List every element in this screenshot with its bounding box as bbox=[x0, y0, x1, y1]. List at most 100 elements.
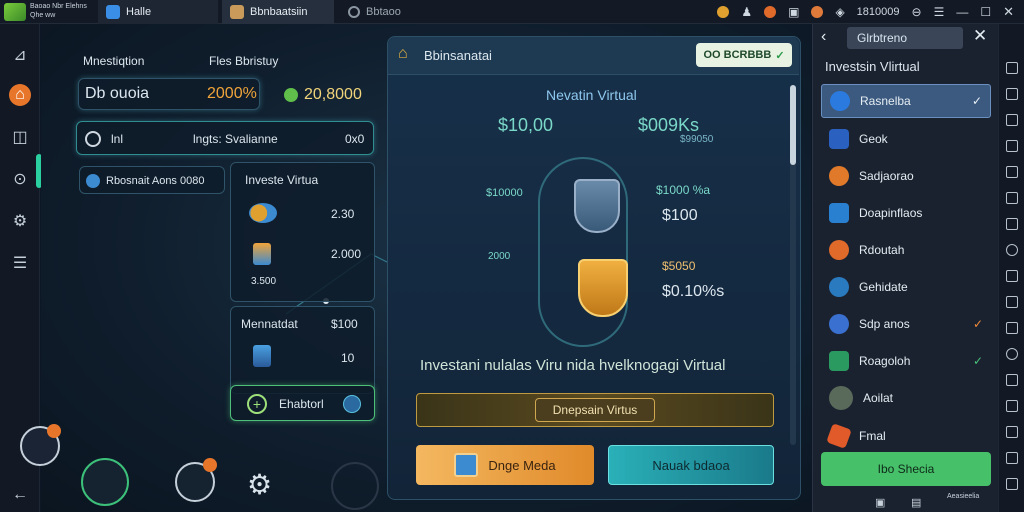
account-chip[interactable]: Rbosnait Aons 0080 bbox=[79, 166, 225, 194]
plus-icon: + bbox=[247, 394, 267, 414]
image-icon[interactable]: ▣ bbox=[788, 5, 799, 19]
drawer-item-3[interactable]: Doapinflaos bbox=[821, 196, 991, 230]
figure-icon[interactable]: ♟ bbox=[741, 5, 752, 19]
deposit-bar[interactable]: Dnepsain Virtus bbox=[416, 393, 774, 427]
app-logo-icon bbox=[4, 3, 26, 21]
close-drawer-icon[interactable]: ✕ bbox=[973, 26, 987, 46]
drawer-cta-button[interactable]: Ibo Shecia bbox=[821, 452, 991, 486]
coin-icon[interactable] bbox=[717, 6, 730, 18]
scrollbar[interactable] bbox=[790, 85, 796, 445]
toolbar-icon[interactable] bbox=[1006, 62, 1018, 74]
tab-ext[interactable]: Bbtaoo bbox=[340, 0, 430, 24]
badge-icon[interactable] bbox=[811, 6, 824, 18]
toolbar-icon[interactable] bbox=[1006, 88, 1018, 100]
mon-val2: 10 bbox=[341, 351, 355, 365]
drawer-item-4[interactable]: Rdoutah bbox=[821, 233, 991, 267]
drawer-item-9[interactable]: Fmal bbox=[821, 419, 991, 453]
toolbar-icon[interactable] bbox=[1006, 478, 1018, 490]
deposit-button[interactable]: Dnepsain Virtus bbox=[535, 398, 655, 422]
toolbar-icon[interactable] bbox=[1006, 166, 1018, 178]
clock-icon bbox=[85, 131, 101, 147]
fire-icon[interactable] bbox=[764, 6, 777, 18]
card-caption: Investani nulalas Viru nida hvelknogagi … bbox=[420, 357, 726, 374]
drawer-item-8[interactable]: Aoilat bbox=[821, 381, 991, 415]
mon-val1: $100 bbox=[331, 317, 358, 331]
pin-icon[interactable]: ⊿ bbox=[9, 44, 31, 66]
footer-icon[interactable]: ▣ bbox=[875, 496, 885, 509]
toolbar-icon[interactable] bbox=[1006, 374, 1018, 386]
help-icon[interactable]: ⊖ bbox=[912, 5, 922, 19]
toolbar-icon[interactable] bbox=[1006, 270, 1018, 282]
drawer-item-2[interactable]: Sadjaorao bbox=[821, 159, 991, 193]
maximize-icon[interactable]: ☐ bbox=[980, 5, 991, 19]
game-icon bbox=[230, 5, 244, 19]
window-icon[interactable]: ◫ bbox=[9, 126, 31, 148]
toolbar-icon[interactable] bbox=[1006, 400, 1018, 412]
right-action-button[interactable]: Nauak bdaoa bbox=[608, 445, 774, 485]
check-icon: ✓ bbox=[972, 317, 983, 331]
toolbar-icon[interactable] bbox=[1006, 218, 1018, 230]
balance-box[interactable]: Db ouoia 2000% bbox=[78, 78, 260, 110]
left-action-button[interactable]: Dnge Meda bbox=[416, 445, 594, 485]
tab-home[interactable]: Halle bbox=[98, 0, 218, 24]
toolbar-icon[interactable] bbox=[1006, 192, 1018, 204]
window-icon bbox=[829, 203, 849, 223]
scrollbar-thumb[interactable] bbox=[790, 85, 796, 165]
status-mid: lngts: Svalianne bbox=[193, 132, 278, 146]
globe-icon bbox=[343, 395, 361, 413]
toolbar-icon[interactable] bbox=[1006, 348, 1018, 360]
footer-icon[interactable]: ▤ bbox=[911, 496, 921, 509]
close-icon[interactable]: ✕ bbox=[1003, 4, 1014, 20]
info-icon bbox=[829, 277, 849, 297]
node-right3: $5050 bbox=[662, 259, 696, 273]
empty-slot-icon[interactable] bbox=[331, 462, 379, 510]
tab-game[interactable]: Bbnbaatsiin bbox=[222, 0, 334, 24]
drawer-item-label: Rdoutah bbox=[859, 243, 905, 257]
tab-game-label: Bbnbaatsiin bbox=[250, 6, 308, 18]
drawer-item-1[interactable]: Geok bbox=[821, 122, 991, 156]
home-icon[interactable]: ⌂ bbox=[9, 84, 31, 106]
gear-icon[interactable]: ⚙ bbox=[9, 210, 31, 232]
settings-gear-icon[interactable]: ⚙ bbox=[247, 468, 272, 501]
drawer-footer: Aeasieelia bbox=[947, 493, 980, 500]
left-header: Mnestiqtion bbox=[83, 54, 145, 68]
mon-title: Mennatdat bbox=[241, 317, 298, 331]
invest-val2: 2.000 bbox=[331, 247, 362, 261]
list-icon[interactable]: ☰ bbox=[9, 252, 31, 274]
drawer-item-0[interactable]: Rasnelba ✓ bbox=[821, 84, 991, 118]
balance-value-group: 20,8000 bbox=[284, 86, 362, 104]
toolbar-icon[interactable] bbox=[1006, 244, 1018, 256]
status-row[interactable]: lnl lngts: Svalianne 0x0 bbox=[76, 121, 374, 155]
circle-icon bbox=[348, 6, 360, 18]
drawer-item-7[interactable]: Roagoloh ✓ bbox=[821, 344, 991, 378]
toolbar-icon[interactable] bbox=[1006, 426, 1018, 438]
toolbar-icon[interactable] bbox=[1006, 114, 1018, 126]
drawer-item-label: Rasnelba bbox=[860, 94, 911, 108]
drawer-item-6[interactable]: Sdp anos ✓ bbox=[821, 307, 991, 341]
back-arrow-icon[interactable]: ← bbox=[9, 484, 31, 506]
gift-icon bbox=[829, 351, 849, 371]
shield-icon[interactable]: ◈ bbox=[835, 5, 844, 19]
drawer-item-label: Geok bbox=[859, 132, 888, 146]
drawer-search[interactable]: Glrbtreno bbox=[847, 27, 963, 49]
toolbar-icon[interactable] bbox=[1006, 452, 1018, 464]
toolbar-icon[interactable] bbox=[1006, 296, 1018, 308]
back-icon[interactable]: ‹ bbox=[821, 28, 826, 46]
add-button-label: Ehabtorl bbox=[279, 397, 324, 411]
coin-icon bbox=[284, 88, 298, 102]
blue-shield-icon bbox=[574, 179, 620, 233]
menu-icon[interactable]: ☰ bbox=[934, 5, 945, 19]
drawer-item-label: Fmal bbox=[859, 429, 886, 443]
card-header-button[interactable]: OO BCRBBB ✓ bbox=[696, 43, 792, 67]
minimize-icon[interactable]: — bbox=[956, 5, 968, 19]
check-icon: ✓ bbox=[971, 94, 982, 108]
camera-icon[interactable] bbox=[81, 458, 129, 506]
toolbar-icon[interactable] bbox=[1006, 322, 1018, 334]
location-icon[interactable]: ⊙ bbox=[9, 168, 31, 190]
add-button[interactable]: + Ehabtorl bbox=[230, 385, 375, 421]
right-sidebar bbox=[998, 24, 1024, 512]
right-action-label: Nauak bdaoa bbox=[652, 457, 730, 473]
toolbar-icon[interactable] bbox=[1006, 140, 1018, 152]
drawer-item-5[interactable]: Gehidate bbox=[821, 270, 991, 304]
side-drawer: ‹ Glrbtreno ✕ Investsin Vlirtual Rasnelb… bbox=[812, 24, 998, 512]
